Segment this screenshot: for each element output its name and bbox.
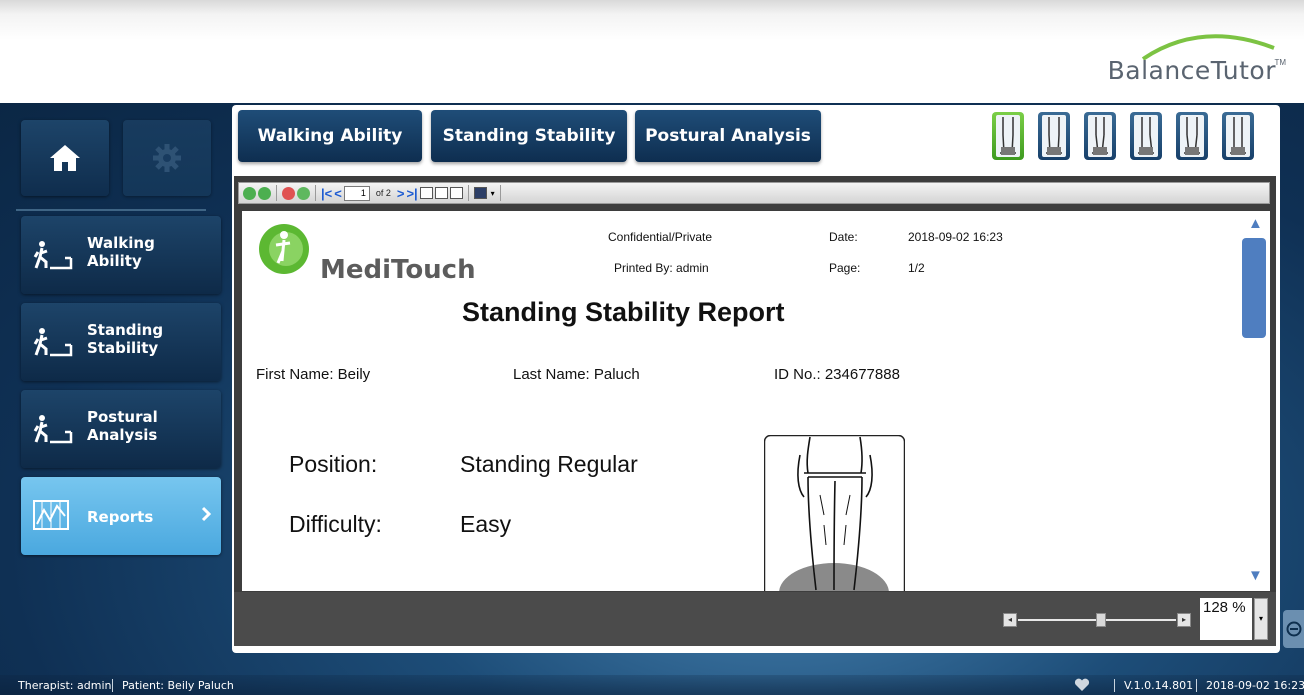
- sidebar-item-postural-analysis[interactable]: Postural Analysis: [21, 390, 221, 468]
- version-label: V.1.0.14.801: [1124, 679, 1194, 692]
- position-button-6[interactable]: [1222, 112, 1254, 160]
- back-icon[interactable]: [243, 186, 256, 200]
- save-icon[interactable]: [473, 187, 487, 199]
- patient-label: Patient: Beily Paluch: [122, 679, 234, 692]
- standing-position-illustration: [764, 435, 905, 591]
- sidebar-item-label: Standing Stability: [87, 321, 164, 357]
- position-button-3[interactable]: [1084, 112, 1116, 160]
- viewer-toolbar: |< < 1 of 2 > >| ▾: [238, 182, 1270, 204]
- difficulty-value: Easy: [460, 511, 512, 537]
- status-divider: [1114, 679, 1115, 692]
- printed-by-label: Printed By: admin: [614, 261, 709, 275]
- position-button-5[interactable]: [1176, 112, 1208, 160]
- status-datetime: 2018-09-02 16:23: [1206, 679, 1304, 692]
- status-divider: [112, 679, 113, 692]
- toolbar-separator: [499, 185, 501, 201]
- meditouch-logo-text: MediTouch: [320, 255, 476, 285]
- position-button-1[interactable]: [992, 112, 1024, 160]
- standing-figure-icon: [1042, 115, 1066, 157]
- page-value: 1/2: [908, 261, 925, 275]
- report-title: Standing Stability Report: [462, 297, 785, 327]
- heart-icon: [1074, 678, 1090, 691]
- date-value: 2018-09-02 16:23: [908, 230, 1003, 244]
- status-bar: Therapist: admin Patient: Beily Paluch V…: [0, 675, 1304, 695]
- walking-icon: [33, 241, 73, 270]
- sidebar-divider: [16, 209, 206, 211]
- app-header: BalanceTutor TM: [0, 0, 1304, 103]
- tab-postural-analysis[interactable]: Postural Analysis: [635, 110, 821, 162]
- meditouch-logo-icon: [259, 224, 309, 274]
- page-count-label: of 2: [375, 188, 391, 198]
- date-label: Date:: [829, 230, 858, 244]
- walking-icon: [33, 415, 73, 444]
- report-page: MediTouch Confidential/Private Printed B…: [242, 211, 1242, 591]
- brand-name: BalanceTutor: [1107, 56, 1276, 85]
- page-label: Page:: [829, 261, 861, 275]
- forward-icon[interactable]: [258, 186, 271, 200]
- page-number-input[interactable]: 1: [343, 185, 370, 201]
- zoom-level-input[interactable]: 128 %: [1200, 598, 1252, 640]
- print-icon[interactable]: [449, 187, 463, 199]
- zoom-slider-thumb[interactable]: [1096, 613, 1106, 627]
- last-name-field: Last Name: Paluch: [513, 366, 640, 383]
- zoom-in-icon[interactable]: ▸: [1177, 613, 1191, 627]
- settings-button[interactable]: [123, 120, 211, 196]
- scroll-up-icon[interactable]: ▲: [1248, 215, 1263, 232]
- sidebar-item-label: Postural Analysis: [87, 408, 158, 444]
- therapist-label: Therapist: admin: [18, 679, 112, 692]
- tab-walking-ability[interactable]: Walking Ability: [238, 110, 422, 162]
- standing-figure-icon: [1088, 115, 1112, 157]
- standing-figure-icon: [1226, 115, 1250, 157]
- home-button[interactable]: [21, 120, 109, 196]
- status-divider: [1196, 679, 1197, 692]
- brand-arc-logo: [1141, 34, 1275, 60]
- standing-figure-icon: [1134, 115, 1158, 157]
- refresh-icon[interactable]: [297, 186, 310, 200]
- page-setup-icon[interactable]: [434, 187, 448, 199]
- stop-icon[interactable]: [282, 186, 295, 200]
- id-number-field: ID No.: 234677888: [774, 366, 900, 383]
- layout-icon[interactable]: [419, 187, 433, 199]
- chart-icon: [33, 500, 69, 530]
- toolbar-separator: [315, 185, 316, 201]
- prev-page-icon[interactable]: <: [334, 187, 342, 200]
- position-button-2[interactable]: [1038, 112, 1070, 160]
- save-dropdown-icon[interactable]: ▾: [491, 189, 495, 198]
- brand-trademark: TM: [1274, 58, 1286, 67]
- position-label: Position:: [289, 451, 378, 477]
- confidential-label: Confidential/Private: [608, 230, 713, 244]
- tab-standing-stability[interactable]: Standing Stability: [431, 110, 627, 162]
- position-value: Standing Regular: [460, 451, 638, 477]
- sidebar-item-label: Reports: [87, 508, 154, 526]
- sidebar-item-walking-ability[interactable]: Walking Ability: [21, 216, 221, 294]
- zoom-out-icon[interactable]: ◂: [1003, 613, 1017, 627]
- next-page-icon[interactable]: >: [397, 187, 405, 200]
- toolbar-separator: [276, 185, 277, 201]
- position-button-4[interactable]: [1130, 112, 1162, 160]
- toolbar-separator: [467, 185, 469, 201]
- sidebar-item-label: Walking Ability: [87, 234, 155, 270]
- walking-icon: [33, 328, 73, 357]
- collapse-handle[interactable]: [1283, 610, 1304, 648]
- home-icon: [50, 145, 80, 171]
- first-name-field: First Name: Beily: [256, 366, 371, 383]
- standing-figure-icon: [996, 115, 1020, 157]
- first-page-icon[interactable]: |<: [321, 187, 332, 200]
- collapse-icon: [1286, 621, 1302, 637]
- scroll-down-icon[interactable]: ▼: [1248, 567, 1263, 584]
- sidebar-item-reports[interactable]: Reports: [21, 477, 221, 555]
- last-page-icon[interactable]: >|: [406, 187, 417, 200]
- difficulty-label: Difficulty:: [289, 511, 382, 537]
- scrollbar-thumb[interactable]: [1242, 238, 1266, 338]
- chevron-right-icon: [201, 506, 211, 522]
- gear-icon: [153, 144, 181, 172]
- standing-figure-icon: [1180, 115, 1204, 157]
- sidebar-item-standing-stability[interactable]: Standing Stability: [21, 303, 221, 381]
- zoom-dropdown-icon[interactable]: ▾: [1254, 598, 1268, 640]
